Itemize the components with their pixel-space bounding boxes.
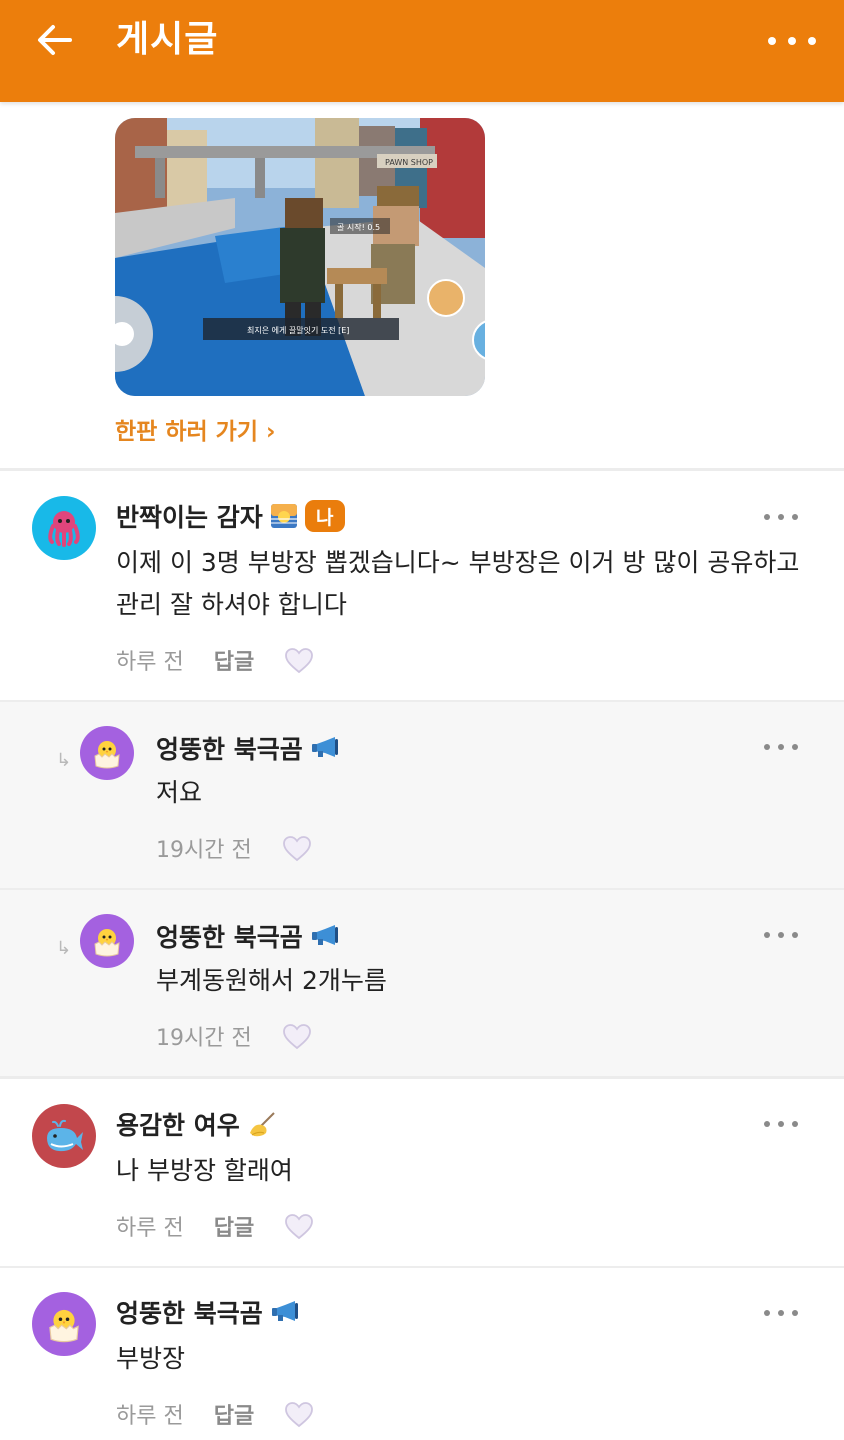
- comment-more-button[interactable]: [764, 1117, 798, 1131]
- arrow-left-icon: [38, 25, 72, 55]
- heart-icon[interactable]: [284, 647, 314, 674]
- dot-icon: [788, 37, 796, 45]
- timestamp: 하루 전: [116, 1404, 184, 1429]
- avatar[interactable]: [80, 726, 134, 780]
- comment-header: 반짝이는 감자 나: [116, 498, 345, 534]
- hatching-chick-icon: [94, 929, 120, 957]
- comment-meta: 하루 전 답글: [116, 644, 314, 676]
- heart-icon[interactable]: [282, 835, 312, 862]
- more-options-button[interactable]: [768, 28, 816, 54]
- comment-more-button[interactable]: [764, 510, 798, 524]
- reply-button[interactable]: 답글: [214, 1210, 254, 1242]
- megaphone-icon: [311, 925, 338, 945]
- octopus-icon: [48, 511, 80, 547]
- reply-indicator-icon: ↳: [56, 750, 72, 771]
- heart-icon[interactable]: [284, 1401, 314, 1428]
- reply-button[interactable]: 답글: [214, 1398, 254, 1430]
- sunrise-icon: [270, 504, 297, 528]
- section-divider: [0, 468, 844, 471]
- reply-indicator-icon: ↳: [56, 938, 72, 959]
- username[interactable]: 엉뚱한 북극곰: [156, 730, 303, 766]
- comment-more-button[interactable]: [764, 928, 798, 942]
- comment-header: 엉뚱한 북극곰: [116, 1294, 299, 1330]
- reply-button[interactable]: 답글: [214, 644, 254, 676]
- username[interactable]: 반짝이는 감자: [116, 498, 263, 534]
- comment-more-button[interactable]: [764, 1306, 798, 1320]
- reply-container: [0, 702, 844, 888]
- svg-text:최지은 에게 끌말잇기 도전 [E]: 최지은 에게 끌말잇기 도전 [E]: [247, 325, 349, 335]
- hatching-chick-icon: [49, 1309, 79, 1343]
- comment-text: 부계동원해서 2개누름: [156, 966, 387, 995]
- comment-header: 용감한 여우: [116, 1106, 276, 1142]
- timestamp: 하루 전: [116, 650, 184, 675]
- svg-text:골 시작! 0.5: 골 시작! 0.5: [337, 222, 380, 232]
- writing-hand-icon: [249, 1112, 275, 1137]
- app-bar: 게시글: [0, 0, 844, 102]
- comment-header: 엉뚱한 북극곰: [156, 918, 339, 954]
- comment-meta: 19시간 전: [156, 1020, 312, 1052]
- comment-text: 저요: [156, 778, 203, 807]
- me-badge: 나: [304, 500, 345, 532]
- comment-meta: 하루 전 답글: [116, 1210, 314, 1242]
- timestamp: 하루 전: [116, 1216, 184, 1241]
- avatar[interactable]: [32, 1104, 96, 1168]
- timestamp: 19시간 전: [156, 838, 252, 863]
- play-game-link[interactable]: 한판 하러 가기 ›: [115, 412, 275, 446]
- comment-text: 부방장: [116, 1344, 186, 1373]
- username[interactable]: 엉뚱한 북극곰: [156, 918, 303, 954]
- heart-icon[interactable]: [284, 1213, 314, 1240]
- username[interactable]: 용감한 여우: [116, 1106, 240, 1142]
- avatar[interactable]: [32, 496, 96, 560]
- post-image[interactable]: PAWN SHOP 골 시작! 0.5 최지은 에게 끌말잇기 도전 [E]: [115, 118, 485, 396]
- comment-text-line: 관리 잘 하셔야 합니다: [116, 590, 347, 619]
- comment-meta: 하루 전 답글: [116, 1398, 314, 1430]
- hatching-chick-icon: [94, 741, 120, 769]
- avatar[interactable]: [80, 914, 134, 968]
- whale-icon: [47, 1119, 83, 1152]
- dot-icon: [768, 37, 776, 45]
- reply-container: [0, 890, 844, 1076]
- heart-icon[interactable]: [282, 1023, 312, 1050]
- back-button[interactable]: [26, 14, 82, 66]
- comment-meta: 19시간 전: [156, 832, 312, 864]
- comment-text: 나 부방장 할래여: [116, 1156, 293, 1185]
- megaphone-icon: [311, 737, 338, 757]
- comment-header: 엉뚱한 북극곰: [156, 730, 339, 766]
- svg-text:PAWN SHOP: PAWN SHOP: [385, 158, 433, 167]
- page-title: 게시글: [116, 19, 219, 60]
- section-divider: [0, 1076, 844, 1079]
- row-divider: [0, 1266, 844, 1268]
- avatar[interactable]: [32, 1292, 96, 1356]
- username[interactable]: 엉뚱한 북극곰: [116, 1294, 263, 1330]
- timestamp: 19시간 전: [156, 1026, 252, 1051]
- comment-text: 이제 이 3명 부방장 뽑겠습니다~ 부방장은 이거 방 많이 공유하고 관리 …: [116, 542, 799, 626]
- comment-more-button[interactable]: [764, 740, 798, 754]
- dot-icon: [808, 37, 816, 45]
- comment-text-line: 이제 이 3명 부방장 뽑겠습니다~ 부방장은 이거 방 많이 공유하고: [116, 548, 800, 577]
- megaphone-icon: [271, 1301, 298, 1321]
